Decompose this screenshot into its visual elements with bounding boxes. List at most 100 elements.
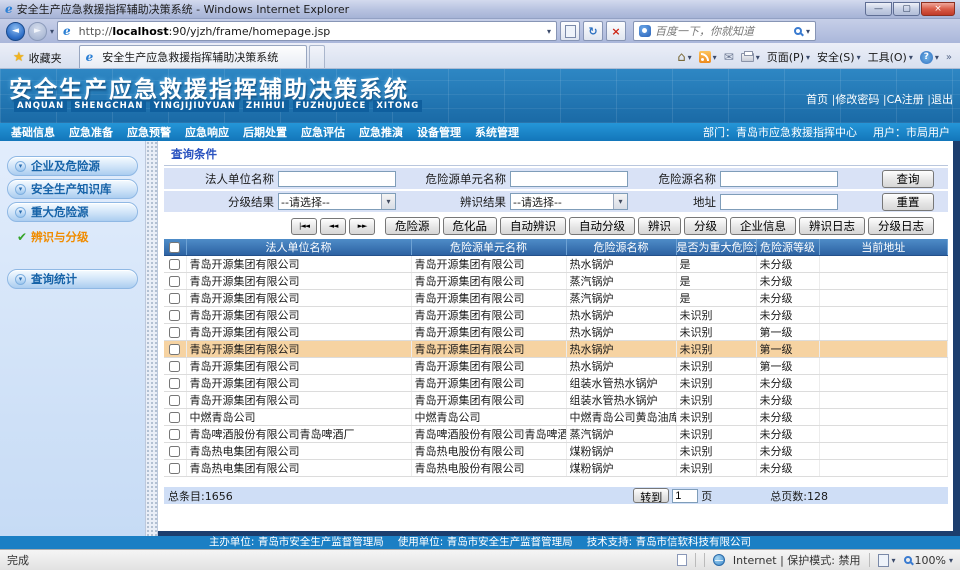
address-input[interactable]: e http://localhost:90/yjzh/frame/homepag… — [57, 21, 557, 41]
nav-item-6[interactable]: 应急评估 — [294, 124, 352, 140]
table-row[interactable]: 青岛开源集团有限公司青岛开源集团有限公司热水锅炉未识别第一级 — [164, 324, 948, 341]
address-input-field[interactable] — [720, 194, 838, 210]
nav-item-2[interactable]: 应急准备 — [62, 124, 120, 140]
overflow-chevron-icon[interactable]: » — [946, 52, 952, 63]
action-button-9[interactable]: 分级日志 — [868, 217, 934, 235]
nav-item-4[interactable]: 应急响应 — [178, 124, 236, 140]
row-checkbox[interactable] — [169, 344, 180, 355]
action-button-7[interactable]: 企业信息 — [730, 217, 796, 235]
action-button-5[interactable]: 辨识 — [638, 217, 681, 235]
nav-item-9[interactable]: 系统管理 — [468, 124, 526, 140]
new-tab-button[interactable] — [309, 45, 325, 68]
search-button[interactable]: 查询 — [882, 170, 934, 188]
read-mail-button[interactable]: ✉ — [724, 50, 734, 64]
compatibility-view-button[interactable] — [560, 21, 580, 41]
table-row[interactable]: 青岛开源集团有限公司青岛开源集团有限公司热水锅炉未识别第一级 — [164, 341, 948, 358]
pager-next-button[interactable]: ►► — [349, 218, 375, 235]
pane-splitter[interactable] — [145, 141, 158, 536]
home-dropdown-icon[interactable]: ▾ — [688, 53, 692, 62]
browser-tab[interactable]: e 安全生产应急救援指挥辅助决策系统 — [79, 45, 307, 68]
feeds-dropdown-icon[interactable]: ▾ — [713, 53, 717, 62]
safety-menu-button[interactable]: 安全(S)▾ — [817, 49, 861, 65]
help-menu-button[interactable]: ?▾ — [920, 51, 939, 64]
identify-result-select[interactable]: --请选择-- ▾ — [510, 193, 628, 210]
feeds-button[interactable]: ▾ — [699, 51, 717, 63]
table-row[interactable]: 青岛开源集团有限公司青岛开源集团有限公司蒸汽锅炉是未分级 — [164, 290, 948, 307]
tools-menu-button[interactable]: 工具(O)▾ — [868, 49, 913, 65]
action-button-3[interactable]: 自动辨识 — [500, 217, 566, 235]
maximize-button[interactable]: ▢ — [893, 2, 920, 16]
header-link-1[interactable]: 首页 — [806, 93, 828, 106]
row-checkbox[interactable] — [169, 361, 180, 372]
table-row[interactable]: 青岛开源集团有限公司青岛开源集团有限公司热水锅炉未识别第一级 — [164, 358, 948, 375]
zoom-control[interactable]: 100% ▾ — [904, 554, 953, 567]
table-row[interactable]: 中燃青岛公司中燃青岛公司中燃青岛公司黄岛油库锅炉未识别未分级 — [164, 409, 948, 426]
print-dropdown-icon[interactable]: ▾ — [756, 53, 760, 62]
search-input[interactable]: 百度一下，你就知道 ▾ — [633, 21, 816, 41]
row-checkbox[interactable] — [169, 429, 180, 440]
grading-result-select[interactable]: --请选择-- ▾ — [278, 193, 396, 210]
table-row[interactable]: 青岛热电集团有限公司青岛热电股份有限公司煤粉锅炉未识别未分级 — [164, 460, 948, 477]
row-checkbox[interactable] — [169, 412, 180, 423]
nav-item-5[interactable]: 后期处置 — [236, 124, 294, 140]
forward-button[interactable]: ► — [28, 22, 47, 41]
sidebar-group-stats[interactable]: ▾ 查询统计 — [7, 269, 138, 289]
row-checkbox[interactable] — [169, 293, 180, 304]
minimize-button[interactable]: — — [865, 2, 892, 16]
hazard-name-input[interactable] — [720, 171, 838, 187]
action-button-1[interactable]: 危险源 — [385, 217, 440, 235]
pager-prev-button[interactable]: ◄◄ — [320, 218, 346, 235]
select-all-checkbox[interactable] — [169, 242, 180, 253]
search-icon[interactable] — [794, 27, 802, 35]
table-row[interactable]: 青岛啤酒股份有限公司青岛啤酒厂青岛啤酒股份有限公司青岛啤酒厂蒸汽锅炉未识别未分级 — [164, 426, 948, 443]
nav-item-1[interactable]: 基础信息 — [4, 124, 62, 140]
address-dropdown-icon[interactable]: ▾ — [547, 27, 551, 36]
page-menu-button[interactable]: 页面(P)▾ — [767, 49, 810, 65]
row-checkbox[interactable] — [169, 310, 180, 321]
history-dropdown-icon[interactable]: ▾ — [50, 27, 54, 36]
header-link-2[interactable]: 修改密码 — [835, 93, 879, 106]
close-button[interactable]: × — [921, 2, 955, 16]
pager-first-button[interactable]: |◄◄ — [291, 218, 317, 235]
row-checkbox[interactable] — [169, 395, 180, 406]
sidebar-item-identify-grade[interactable]: ✔ 辨识与分级 — [17, 229, 145, 245]
action-button-2[interactable]: 危化品 — [443, 217, 498, 235]
row-checkbox[interactable] — [169, 463, 180, 474]
row-checkbox[interactable] — [169, 276, 180, 287]
nav-item-3[interactable]: 应急预警 — [120, 124, 178, 140]
back-button[interactable]: ◄ — [6, 22, 25, 41]
action-button-4[interactable]: 自动分级 — [569, 217, 635, 235]
table-cell: 青岛开源集团有限公司 — [186, 392, 411, 409]
sidebar-group-3[interactable]: ▾重大危险源 — [7, 202, 138, 222]
print-button[interactable]: ▾ — [741, 53, 760, 62]
table-row[interactable]: 青岛开源集团有限公司青岛开源集团有限公司热水锅炉是未分级 — [164, 256, 948, 273]
search-dropdown-icon[interactable]: ▾ — [806, 27, 810, 36]
row-checkbox[interactable] — [169, 259, 180, 270]
header-link-3[interactable]: CA注册 — [887, 93, 924, 106]
row-checkbox[interactable] — [169, 446, 180, 457]
refresh-button[interactable]: ↻ — [583, 21, 603, 41]
action-button-8[interactable]: 辨识日志 — [799, 217, 865, 235]
table-row[interactable]: 青岛开源集团有限公司青岛开源集团有限公司组装水管热水锅炉未识别未分级 — [164, 392, 948, 409]
home-button[interactable]: ⌂▾ — [677, 50, 691, 65]
sidebar-group-2[interactable]: ▾安全生产知识库 — [7, 179, 138, 199]
row-checkbox[interactable] — [169, 378, 180, 389]
goto-page-input[interactable] — [672, 489, 698, 503]
header-link-4[interactable]: 退出 — [931, 93, 953, 106]
action-button-6[interactable]: 分级 — [684, 217, 727, 235]
table-row[interactable]: 青岛开源集团有限公司青岛开源集团有限公司组装水管热水锅炉未识别未分级 — [164, 375, 948, 392]
goto-page-button[interactable]: 转到 — [633, 488, 669, 503]
row-checkbox[interactable] — [169, 327, 180, 338]
reset-button[interactable]: 重置 — [882, 193, 934, 211]
nav-item-7[interactable]: 应急推演 — [352, 124, 410, 140]
stop-button[interactable]: × — [606, 21, 626, 41]
table-row[interactable]: 青岛开源集团有限公司青岛开源集团有限公司热水锅炉未识别未分级 — [164, 307, 948, 324]
sidebar-group-1[interactable]: ▾企业及危险源 — [7, 156, 138, 176]
table-row[interactable]: 青岛热电集团有限公司青岛热电股份有限公司煤粉锅炉未识别未分级 — [164, 443, 948, 460]
legal-name-input[interactable] — [278, 171, 396, 187]
hazard-unit-input[interactable] — [510, 171, 628, 187]
table-row[interactable]: 青岛开源集团有限公司青岛开源集团有限公司蒸汽锅炉是未分级 — [164, 273, 948, 290]
favorites-button[interactable]: ★ 收藏夹 — [4, 47, 71, 68]
compatibility-zoom-button[interactable]: ▾ — [878, 554, 896, 567]
nav-item-8[interactable]: 设备管理 — [410, 124, 468, 140]
